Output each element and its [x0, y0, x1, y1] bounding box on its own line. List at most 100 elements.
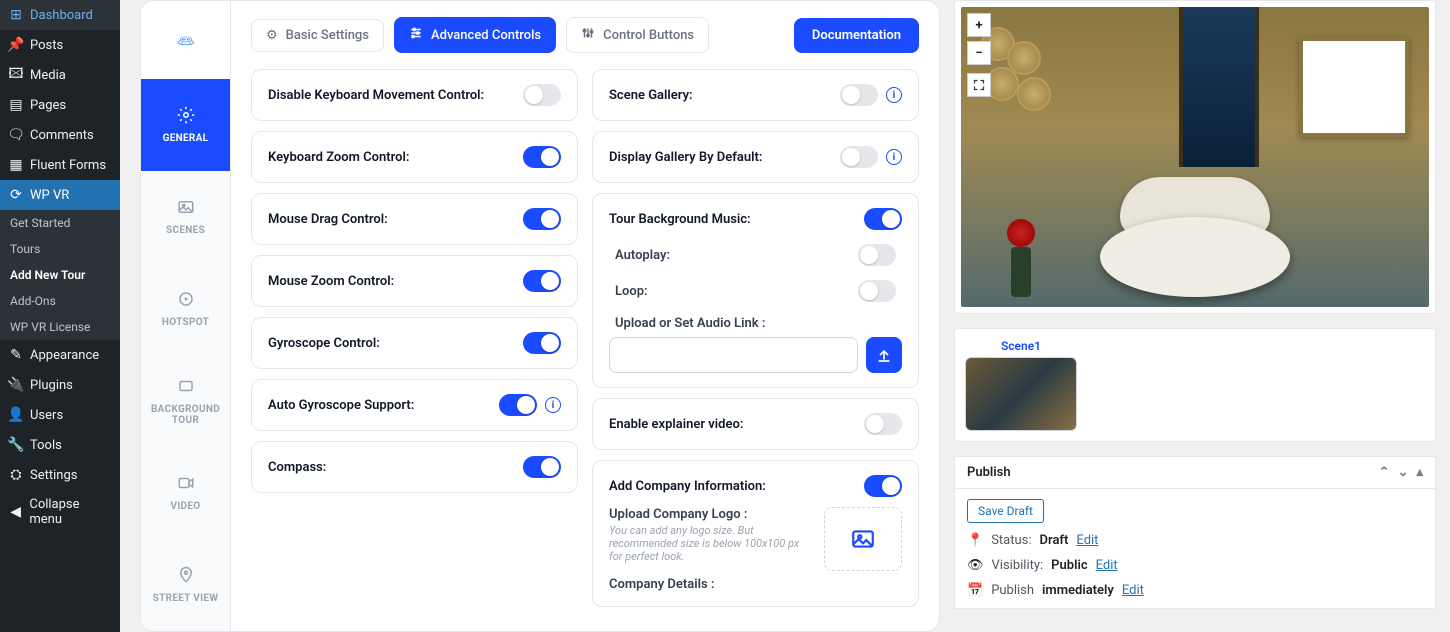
wp-submenu-item[interactable]: Get Started — [0, 210, 120, 236]
settings-col-left: Disable Keyboard Movement Control:Keyboa… — [251, 69, 578, 607]
wpvr-icon: ⟳ — [8, 187, 24, 203]
gear-icon — [177, 106, 195, 127]
wp-menu-comments[interactable]: 🗨Comments — [0, 120, 120, 150]
settings-grid: Disable Keyboard Movement Control:Keyboa… — [251, 69, 919, 607]
wp-submenu-item[interactable]: Tours — [0, 236, 120, 262]
wp-menu-wpvr[interactable]: ⟳ WP VR — [0, 180, 120, 210]
toggle-switch[interactable] — [523, 146, 561, 168]
toggle-panel-icon[interactable]: ▴ — [1416, 465, 1423, 480]
tab-label: Control Buttons — [603, 28, 694, 43]
icon-tab-hotspot[interactable]: HOTSPOT — [141, 263, 230, 355]
audio-link-input[interactable] — [609, 337, 858, 373]
setting-explainer: Enable explainer video: — [592, 398, 919, 450]
scene-thumb-1[interactable]: Scene1 — [965, 339, 1077, 431]
wp-menu-appearance[interactable]: ✎Appearance — [0, 340, 120, 370]
publish-visibility-line: 👁 Visibility: Public Edit — [967, 558, 1423, 573]
icon-tab-video[interactable]: VIDEO — [141, 447, 230, 539]
gear-icon: ⚙ — [266, 28, 278, 43]
edit-visibility-link[interactable]: Edit — [1096, 558, 1118, 573]
status-label: Status: — [991, 533, 1031, 548]
toggle-switch[interactable] — [523, 84, 561, 106]
tools-icon: 🔧 — [8, 437, 24, 453]
wp-menu-users[interactable]: 👤Users — [0, 400, 120, 430]
setting-label: Enable explainer video: — [609, 417, 743, 432]
visibility-value: Public — [1051, 558, 1087, 573]
company-logo-title: Upload Company Logo : — [609, 507, 810, 522]
setting-auto_gyro: Auto Gyroscope Support:i — [251, 379, 578, 431]
setting-display_gallery: Display Gallery By Default:i — [592, 131, 919, 183]
wp-menu-label: Users — [30, 408, 63, 423]
wp-menu-label: Pages — [30, 98, 66, 113]
wp-menu-settings[interactable]: ⛭Settings — [0, 460, 120, 490]
toggle-switch[interactable] — [523, 456, 561, 478]
wp-submenu-item[interactable]: Add New Tour — [0, 262, 120, 288]
info-icon[interactable]: i — [886, 87, 902, 103]
icon-tab-label: HOTSPOT — [162, 317, 209, 328]
wp-menu-fluent-forms[interactable]: ▦Fluent Forms — [0, 150, 120, 180]
publish-header: Publish ⌃ ⌄ ▴ — [955, 457, 1435, 489]
tab-control-buttons[interactable]: Control Buttons — [566, 17, 709, 53]
wp-submenu-item[interactable]: WP VR License — [0, 314, 120, 340]
toggle-switch[interactable] — [499, 394, 537, 416]
eye-icon: 👁 — [967, 558, 984, 573]
wp-menu-dashboard[interactable]: ⊞Dashboard — [0, 0, 120, 30]
pages-icon: ▤ — [8, 97, 24, 113]
toggle-switch[interactable] — [864, 208, 902, 230]
icon-tab-scenes[interactable]: SCENES — [141, 171, 230, 263]
calendar-icon: 📅 — [967, 583, 983, 598]
wp-menu-label: Plugins — [30, 378, 73, 393]
toggle-switch[interactable] — [858, 244, 896, 266]
wp-menu-collapse[interactable]: ◀Collapse menu — [0, 490, 120, 534]
info-icon[interactable]: i — [545, 397, 561, 413]
wp-submenu-item[interactable]: Add-Ons — [0, 288, 120, 314]
setting-label: Keyboard Zoom Control: — [268, 150, 409, 165]
toggle-switch[interactable] — [858, 280, 896, 302]
wp-menu-pages[interactable]: ▤ Pages — [0, 90, 120, 120]
icon-tab-street-view[interactable]: STREET VIEW — [141, 539, 230, 631]
wp-menu-media[interactable]: 🖾Media — [0, 60, 120, 90]
edit-status-link[interactable]: Edit — [1076, 533, 1098, 548]
toggle-switch[interactable] — [840, 146, 878, 168]
fullscreen-button[interactable] — [967, 73, 991, 97]
save-draft-button[interactable]: Save Draft — [967, 499, 1044, 523]
scene-thumbnails: Scene1 — [954, 328, 1436, 442]
toggle-switch[interactable] — [523, 332, 561, 354]
icon-tab-general[interactable]: GENERAL — [141, 79, 230, 171]
setting-label: Mouse Zoom Control: — [268, 274, 394, 289]
toggle-switch[interactable] — [523, 270, 561, 292]
toggle-switch[interactable] — [864, 475, 902, 497]
image-icon — [177, 198, 195, 219]
toggle-switch[interactable] — [864, 413, 902, 435]
tab-basic-settings[interactable]: ⚙ Basic Settings — [251, 19, 384, 52]
posts-icon: 📌 — [8, 37, 24, 53]
setting-keyboard_zoom: Keyboard Zoom Control: — [251, 131, 578, 183]
wp-menu-plugins[interactable]: 🔌Plugins — [0, 370, 120, 400]
icon-tab-background-tour[interactable]: BACKGROUND TOUR — [141, 355, 230, 447]
setting-label: Gyroscope Control: — [268, 336, 380, 351]
chevron-up-icon[interactable]: ⌃ — [1379, 465, 1390, 480]
top-tabs-row: ⚙ Basic Settings Advanced Controls Con — [251, 17, 919, 53]
collapse-icon: ◀ — [8, 504, 23, 520]
icon-tab-label: BACKGROUND TOUR — [145, 404, 226, 426]
company-logo-upload[interactable] — [824, 507, 902, 571]
edit-publish-link[interactable]: Edit — [1122, 583, 1144, 598]
chevron-down-icon[interactable]: ⌄ — [1398, 465, 1409, 480]
setting-label: Compass: — [268, 460, 326, 475]
info-icon[interactable]: i — [886, 149, 902, 165]
pin-icon: 📍 — [967, 533, 983, 548]
setting-compass: Compass: — [251, 441, 578, 493]
toggle-switch[interactable] — [523, 208, 561, 230]
wp-menu-tools[interactable]: 🔧Tools — [0, 430, 120, 460]
zoom-in-button[interactable]: + — [967, 13, 991, 37]
upload-audio-button[interactable] — [866, 337, 902, 373]
wp-menu-posts[interactable]: 📌Posts — [0, 30, 120, 60]
toggle-switch[interactable] — [840, 84, 878, 106]
company-logo-hint: You can add any logo size. But recommend… — [609, 524, 810, 563]
tab-advanced-controls[interactable]: Advanced Controls — [394, 17, 556, 53]
zoom-out-button[interactable]: − — [967, 41, 991, 65]
documentation-button[interactable]: Documentation — [794, 18, 919, 53]
tab-label: Basic Settings — [286, 28, 369, 43]
preview-viewport[interactable]: + − — [961, 7, 1429, 307]
publish-body: Save Draft 📍 Status: Draft Edit 👁 Visibi… — [955, 489, 1435, 608]
wp-menu-label: WP VR — [30, 188, 69, 203]
